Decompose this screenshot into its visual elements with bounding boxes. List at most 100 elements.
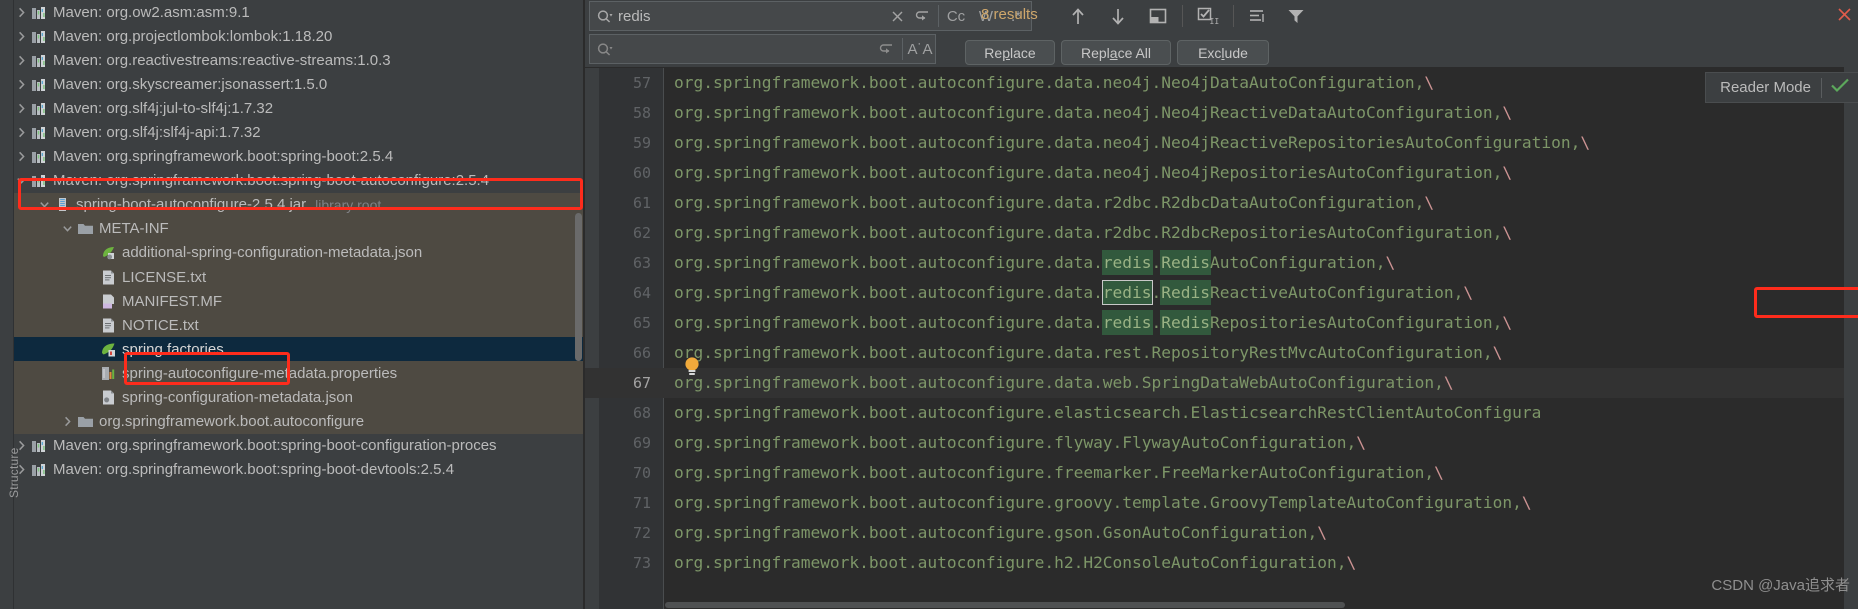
replace-button[interactable]: Replace (965, 40, 1055, 65)
horizontal-scrollbar[interactable] (665, 601, 1858, 609)
exclude-button[interactable]: Exclude (1177, 40, 1269, 65)
previous-occurrence-icon[interactable] (1063, 2, 1093, 30)
tree-row[interactable]: META-INF (14, 216, 583, 241)
open-in-find-window-icon[interactable] (1143, 2, 1173, 30)
chevron-down-icon[interactable] (14, 169, 29, 193)
tree-row[interactable]: Maven: org.springframework.boot:spring-b… (14, 434, 583, 458)
spring-factories-icon (98, 341, 118, 358)
code-text: org.springframework.boot.autoconfigure.g… (674, 523, 1318, 542)
next-occurrence-icon[interactable] (1103, 2, 1133, 30)
filter-icon[interactable] (1281, 2, 1311, 30)
replace-all-button-label: Replace All (1080, 44, 1152, 61)
tree-row[interactable]: Maven: org.slf4j:slf4j-api:1.7.32 (14, 120, 583, 144)
code-line[interactable]: 69 org.springframework.boot.autoconfigure… (585, 428, 1858, 458)
line-number: 59 (632, 134, 651, 152)
chevron-right-icon[interactable] (14, 48, 29, 72)
chevron-right-icon[interactable] (14, 24, 29, 48)
check-icon[interactable] (1830, 77, 1850, 98)
code-line-text: org.springframework.boot.autoconfigure.d… (674, 278, 1473, 308)
chevron-down-icon[interactable] (37, 193, 52, 217)
tree-row-label: Maven: org.reactivestreams:reactive-stre… (53, 51, 391, 69)
code-line[interactable]: 73 org.springframework.boot.autoconfigure… (585, 548, 1858, 578)
code-line[interactable]: 62 org.springframework.boot.autoconfigure… (585, 218, 1858, 248)
chevron-right-icon[interactable] (14, 145, 29, 169)
chevron-down-icon[interactable] (60, 217, 75, 241)
tree-row[interactable]: spring.factories (14, 337, 583, 362)
chevron-right-icon[interactable] (14, 121, 29, 145)
tree-row[interactable]: additional-spring-configuration-metadata… (14, 240, 583, 266)
code-line[interactable]: 58 org.springframework.boot.autoconfigure… (585, 98, 1858, 128)
preserve-case-toggle[interactable]: A˙A (905, 35, 935, 63)
close-icon[interactable] (1834, 4, 1854, 24)
code-line[interactable]: 59 org.springframework.boot.autoconfigure… (585, 128, 1858, 158)
editor-panel: Cc W .* (585, 0, 1858, 609)
select-all-occurrences-icon[interactable]: II (1193, 2, 1223, 30)
match-case-toggle[interactable]: Cc (941, 2, 971, 30)
replace-field[interactable]: A˙A (589, 34, 936, 64)
chevron-right-icon[interactable] (14, 458, 29, 482)
replace-history-icon[interactable] (874, 35, 900, 63)
tree-row[interactable]: Maven: org.projectlombok:lombok:1.18.20 (14, 24, 583, 48)
line-continuation: \ (1502, 223, 1513, 242)
tree-row[interactable]: spring-boot-autoconfigure-2.5.4.jar libra… (14, 192, 583, 217)
intention-bulb-icon[interactable] (684, 356, 700, 378)
results-count: 8 results (981, 6, 1038, 23)
tree-row[interactable]: Maven: org.springframework.boot:spring-b… (14, 145, 583, 169)
code-line[interactable]: 71 org.springframework.boot.autoconfigure… (585, 488, 1858, 518)
tree-row-label: additional-spring-configuration-metadata… (122, 244, 423, 262)
tree-row[interactable]: org.springframework.boot.autoconfigure (14, 409, 583, 434)
horizontal-scrollbar-thumb[interactable] (665, 602, 1345, 608)
search-icon[interactable] (590, 9, 618, 24)
tree-row[interactable]: Maven: org.slf4j:jul-to-slf4j:1.7.32 (14, 96, 583, 120)
tree-row[interactable]: LICENSE.txt (14, 265, 583, 290)
code-line[interactable]: 60 org.springframework.boot.autoconfigure… (585, 158, 1858, 188)
code-line[interactable]: 65 org.springframework.boot.autoconfigure… (585, 308, 1858, 338)
tree-row[interactable]: Maven: org.springframework.boot:spring-b… (14, 458, 583, 482)
chevron-right-icon[interactable] (60, 410, 75, 434)
code-line-text: org.springframework.boot.autoconfigure.g… (674, 518, 1327, 548)
divider (938, 5, 939, 27)
tree-scrollbar[interactable] (574, 0, 583, 609)
tool-window-strip (0, 0, 14, 609)
tree-row[interactable]: NOTICE.txt (14, 313, 583, 338)
code-line-text: org.springframework.boot.autoconfigure.d… (674, 338, 1502, 368)
code-line[interactable]: 72 org.springframework.boot.autoconfigure… (585, 518, 1858, 548)
tree-row[interactable]: spring-autoconfigure-metadata.properties (14, 361, 583, 386)
code-line[interactable]: 68 org.springframework.boot.autoconfigure… (585, 398, 1858, 428)
chevron-right-icon[interactable] (14, 96, 29, 120)
search-field[interactable]: Cc W .* (589, 1, 1032, 31)
tree-row-label: Maven: org.springframework.boot:spring-b… (53, 461, 455, 479)
tree-row[interactable]: Maven: org.skyscreamer:jsonassert:1.5.0 (14, 72, 583, 96)
line-number: 66 (632, 344, 651, 362)
toggle-multiline-icon[interactable] (1243, 2, 1273, 30)
search-icon[interactable] (590, 42, 618, 57)
close-icon[interactable] (884, 2, 910, 30)
replace-all-button[interactable]: Replace All (1061, 40, 1171, 65)
replace-input[interactable] (618, 40, 874, 58)
code-line[interactable]: 63 org.springframework.boot.autoconfigure… (585, 248, 1858, 278)
tree-row-label: Maven: org.springframework.boot:spring-b… (53, 172, 490, 190)
code-line[interactable]: 61 org.springframework.boot.autoconfigure… (585, 188, 1858, 218)
tree-row[interactable]: Maven: org.springframework.boot:spring-b… (14, 169, 583, 193)
tree-row[interactable]: MANIFEST.MF (14, 289, 583, 314)
tree-no-arrow (83, 289, 98, 313)
tree-row[interactable]: Maven: org.reactivestreams:reactive-stre… (14, 48, 583, 72)
reader-mode-tooltip[interactable]: Reader Mode (1705, 72, 1858, 103)
tree-row[interactable]: spring-configuration-metadata.json (14, 385, 583, 410)
tree-scrollbar-thumb[interactable] (575, 213, 582, 361)
code-line[interactable]: 67 org.springframework.boot.autoconfigure… (585, 368, 1858, 398)
chevron-right-icon[interactable] (14, 434, 29, 458)
code-text: . (1151, 253, 1162, 272)
chevron-right-icon[interactable] (14, 72, 29, 96)
code-editor[interactable]: 57 org.springframework.boot.autoconfigure… (585, 68, 1858, 609)
tree-row-label: Maven: org.slf4j:jul-to-slf4j:1.7.32 (53, 99, 274, 117)
code-line[interactable]: 57 org.springframework.boot.autoconfigure… (585, 68, 1858, 98)
tree-row[interactable]: Maven: org.ow2.asm:asm:9.1 (14, 0, 583, 24)
code-line[interactable]: 66 org.springframework.boot.autoconfigure… (585, 338, 1858, 368)
chevron-right-icon[interactable] (14, 0, 29, 24)
code-line[interactable]: 70 org.springframework.boot.autoconfigure… (585, 458, 1858, 488)
search-input[interactable] (618, 7, 884, 25)
search-history-icon[interactable] (910, 2, 936, 30)
code-line[interactable]: 64 org.springframework.boot.autoconfigure… (585, 278, 1858, 308)
watermark: CSDN @Java追求者 (1711, 577, 1850, 594)
